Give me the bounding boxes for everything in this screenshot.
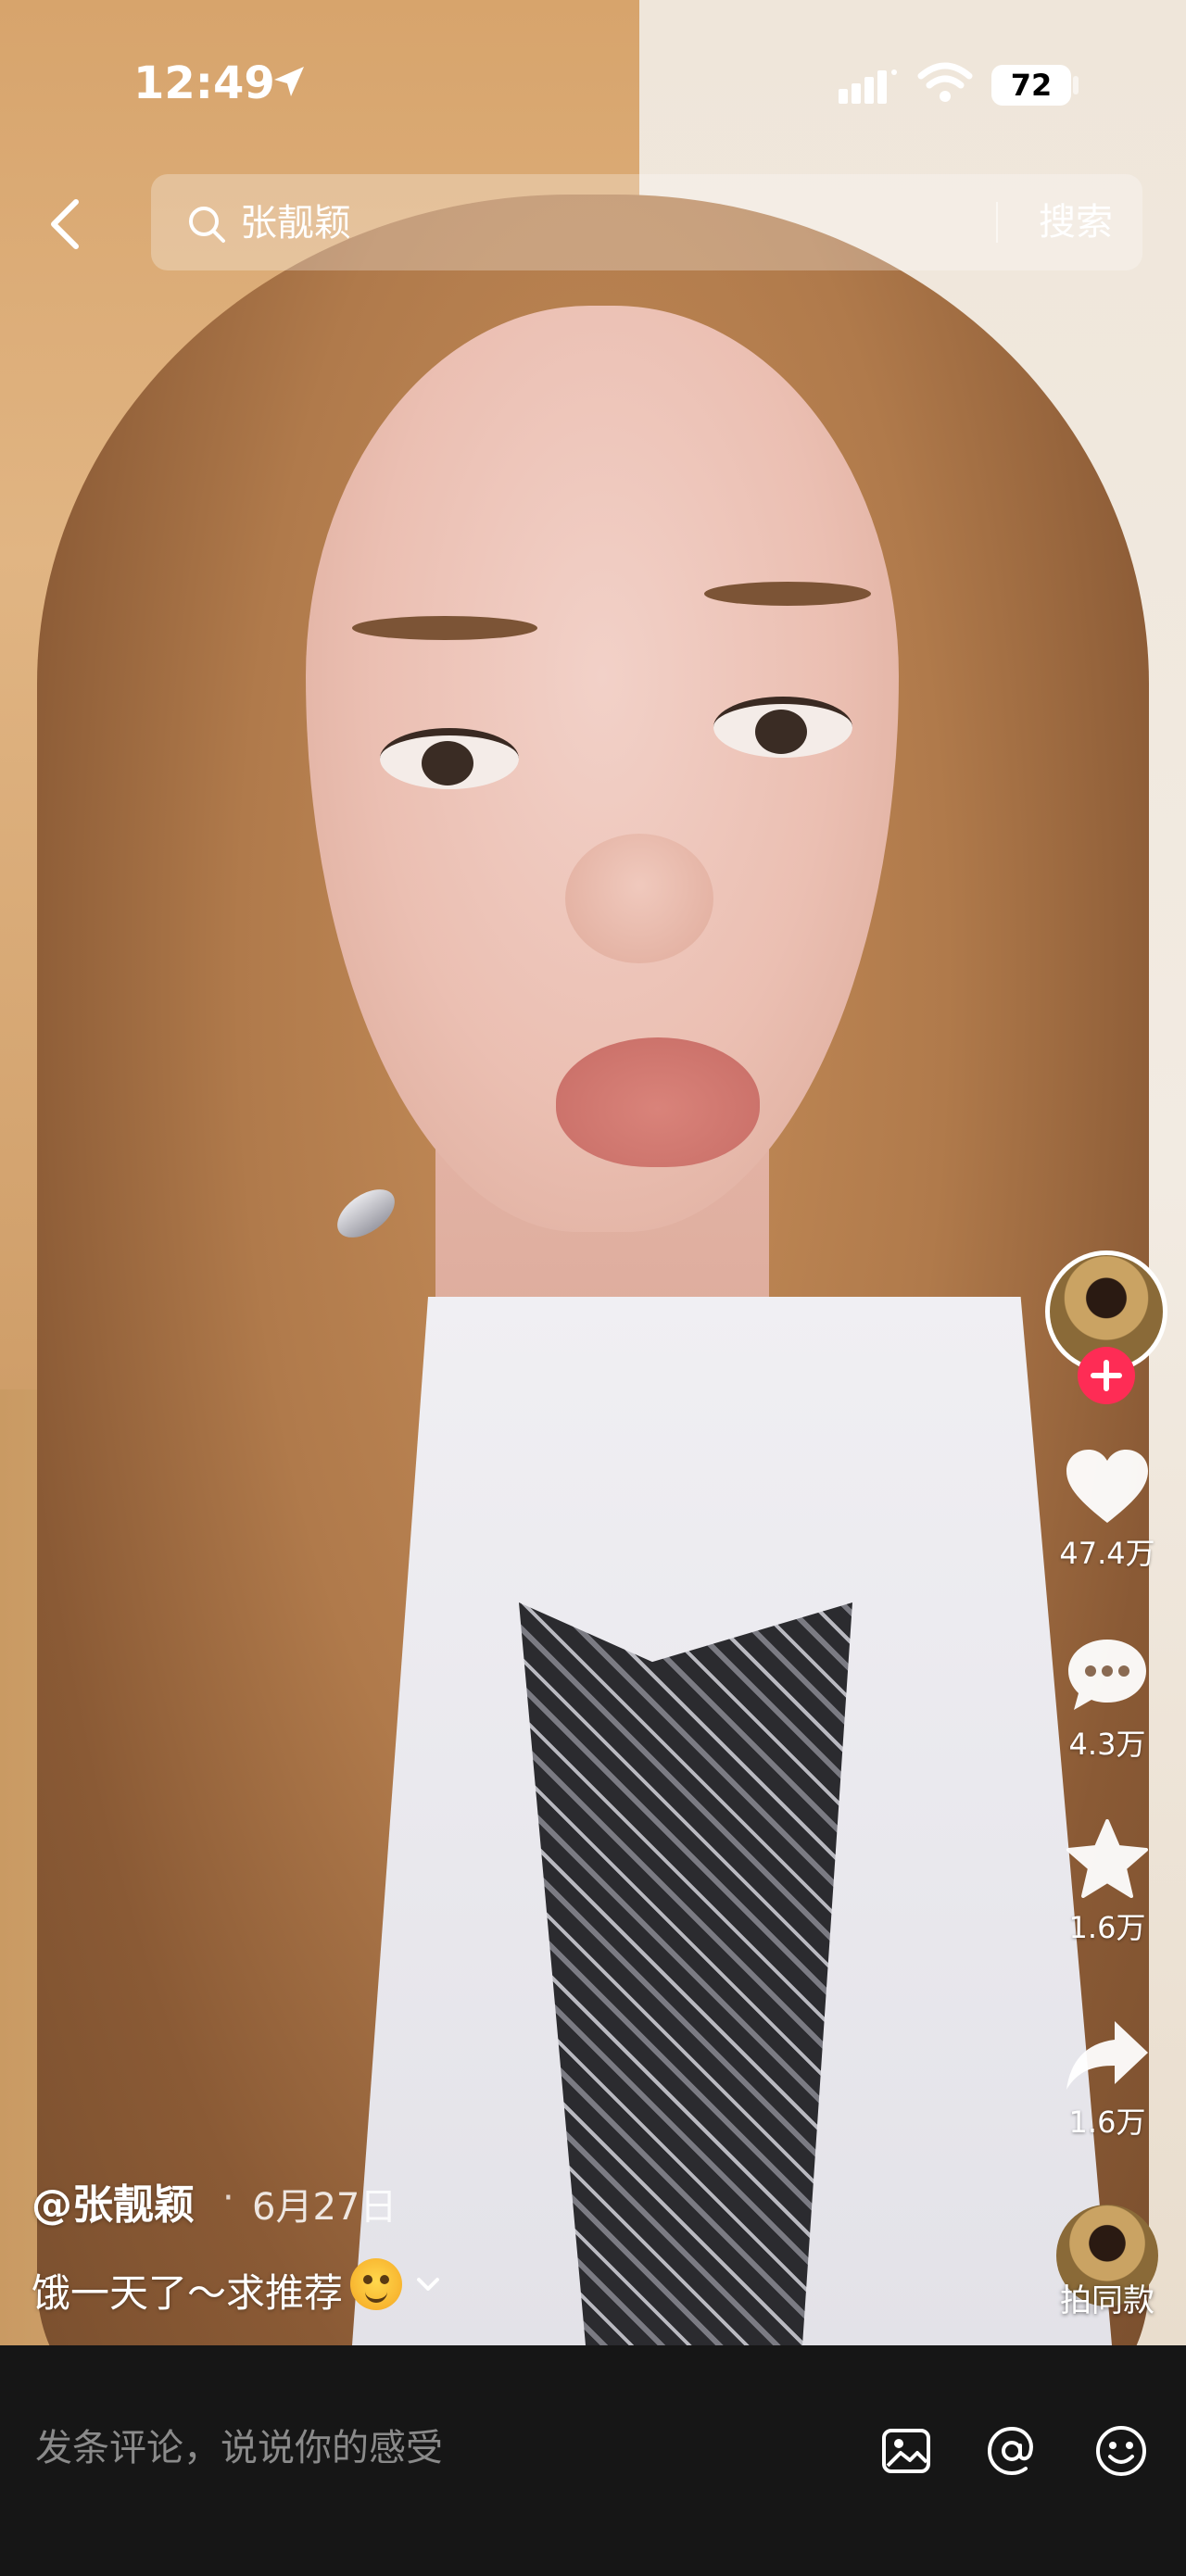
plus-icon bbox=[1091, 1360, 1122, 1391]
search-divider bbox=[996, 202, 998, 243]
video-feed-screen: 12:49 72 搜索 bbox=[0, 0, 1186, 2576]
share-arrow-icon bbox=[1066, 2021, 1148, 2090]
video-subject-brow-left bbox=[352, 616, 537, 640]
cellular-signal-icon bbox=[839, 69, 897, 104]
comment-input[interactable] bbox=[33, 2419, 834, 2477]
emoji-smiley-icon[interactable] bbox=[1093, 2423, 1149, 2479]
like-count: 47.4万 bbox=[1059, 1536, 1155, 1571]
video-subject-brow-right bbox=[704, 582, 871, 606]
post-description[interactable]: 饿一天了～求推荐 bbox=[32, 2262, 343, 2318]
favorite-button[interactable]: 1.6万 bbox=[1047, 1817, 1167, 1947]
heart-icon bbox=[1066, 1450, 1148, 1523]
favorite-count: 1.6万 bbox=[1068, 1910, 1146, 1945]
status-bar: 12:49 72 bbox=[0, 0, 1186, 167]
follow-button[interactable] bbox=[1078, 1347, 1135, 1404]
status-time: 12:49 bbox=[133, 57, 275, 109]
search-button[interactable]: 搜索 bbox=[1020, 195, 1131, 250]
video-frame[interactable] bbox=[0, 0, 1186, 2345]
battery-cap bbox=[1073, 76, 1079, 94]
date-separator: · bbox=[222, 2177, 234, 2219]
comment-button[interactable]: 4.3万 bbox=[1047, 1634, 1167, 1764]
yum-emoji-icon bbox=[350, 2258, 402, 2310]
remix-button[interactable]: 拍同款 bbox=[1047, 2205, 1167, 2325]
like-button[interactable]: 47.4万 bbox=[1047, 1447, 1167, 1573]
image-icon[interactable] bbox=[878, 2423, 934, 2479]
remix-label: 拍同款 bbox=[1060, 2282, 1154, 2319]
back-arrow-icon[interactable] bbox=[43, 196, 89, 252]
search-bar[interactable]: 搜索 bbox=[151, 174, 1142, 270]
post-date: 6月27日 bbox=[252, 2186, 397, 2229]
search-input[interactable] bbox=[238, 196, 983, 250]
video-subject-eye-right bbox=[713, 697, 852, 758]
video-subject-eye-left bbox=[380, 728, 519, 789]
video-subject-lips bbox=[556, 1037, 760, 1167]
share-count: 1.6万 bbox=[1068, 2105, 1146, 2140]
comment-count: 4.3万 bbox=[1068, 1727, 1146, 1762]
star-icon bbox=[1066, 1819, 1148, 1898]
comment-bar bbox=[0, 2345, 1186, 2576]
comment-bubble-icon bbox=[1068, 1640, 1146, 1710]
author-name[interactable]: @张靓颖 bbox=[32, 2171, 195, 2230]
video-subject-nose bbox=[565, 834, 713, 963]
mention-at-icon[interactable] bbox=[984, 2423, 1040, 2479]
chevron-down-icon[interactable] bbox=[413, 2269, 443, 2299]
location-arrow-icon bbox=[274, 67, 304, 96]
wifi-icon bbox=[917, 62, 973, 102]
share-button[interactable]: 1.6万 bbox=[1047, 2016, 1167, 2142]
search-icon bbox=[189, 207, 225, 243]
battery-level: 72 bbox=[991, 65, 1071, 106]
